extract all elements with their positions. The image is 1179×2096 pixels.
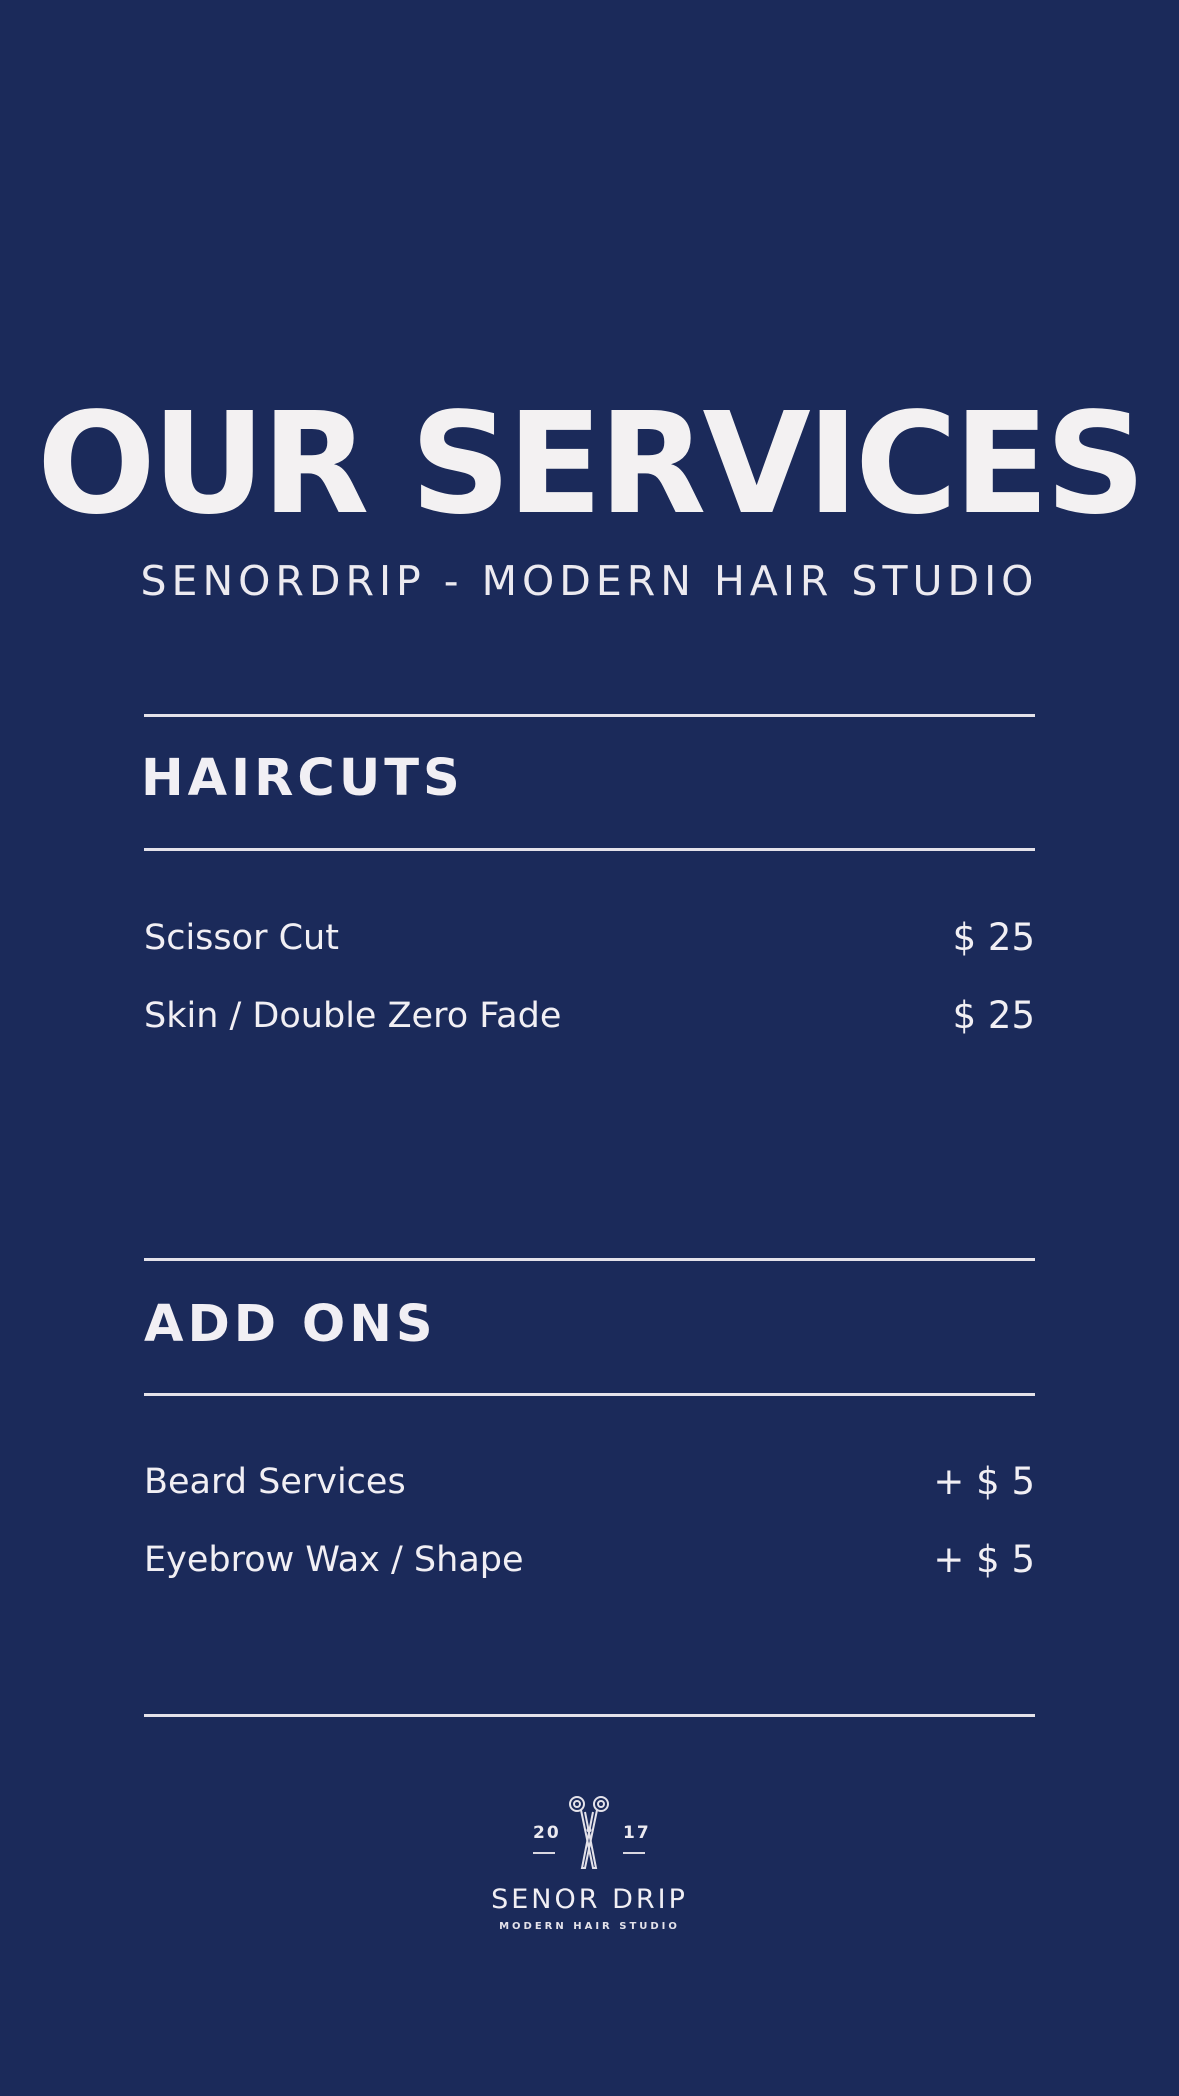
divider bbox=[144, 1258, 1035, 1261]
service-price-eyebrow: + $ 5 bbox=[933, 1538, 1035, 1581]
service-price-scissor-cut: $ 25 bbox=[952, 916, 1035, 959]
studio-logo: 20 17 SENOR DRIP MODERN HAIR STUDIO bbox=[460, 1788, 719, 1938]
logo-dash bbox=[533, 1852, 555, 1854]
service-price-beard: + $ 5 bbox=[933, 1460, 1035, 1503]
service-name-skin-fade: Skin / Double Zero Fade bbox=[144, 996, 562, 1036]
divider bbox=[144, 1393, 1035, 1396]
divider bbox=[144, 848, 1035, 851]
section-heading-haircuts: HAIRCUTS bbox=[141, 749, 464, 808]
page-title: OUR SERVICES bbox=[36, 383, 1146, 546]
page-subtitle: SENORDRIP - MODERN HAIR STUDIO bbox=[140, 557, 1039, 605]
logo-dash bbox=[623, 1852, 645, 1854]
section-heading-add-ons: ADD ONS bbox=[144, 1295, 437, 1354]
logo-tagline: MODERN HAIR STUDIO bbox=[499, 1921, 680, 1932]
logo-year-right: 17 bbox=[623, 1823, 651, 1843]
divider bbox=[144, 714, 1035, 717]
service-price-skin-fade: $ 25 bbox=[952, 994, 1035, 1037]
service-name-beard: Beard Services bbox=[144, 1462, 406, 1502]
scissors-icon bbox=[569, 1796, 609, 1869]
logo-year-left: 20 bbox=[533, 1823, 561, 1843]
divider bbox=[144, 1714, 1035, 1717]
service-name-scissor-cut: Scissor Cut bbox=[144, 918, 339, 958]
service-name-eyebrow: Eyebrow Wax / Shape bbox=[144, 1540, 524, 1580]
logo-name: SENOR DRIP bbox=[491, 1884, 688, 1915]
